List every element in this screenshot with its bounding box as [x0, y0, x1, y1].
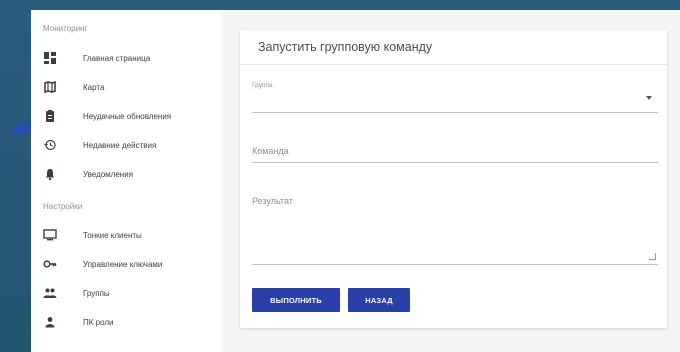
sidebar-item-label: Группы [83, 288, 110, 298]
sidebar-item-pc-roles[interactable]: ПК роли [31, 311, 221, 333]
sidebar-item-notifications[interactable]: Уведомления [31, 163, 221, 185]
sidebar: Мониторинг Главная страница Карта Неудач… [31, 10, 221, 352]
result-textarea-underline [252, 264, 658, 265]
sidebar-item-home[interactable]: Главная страница [31, 47, 221, 69]
execute-button[interactable]: ВЫПОЛНИТЬ [252, 288, 340, 312]
sidebar-item-key-management[interactable]: Управление ключами [31, 253, 221, 275]
sidebar-item-label: Уведомления [83, 169, 134, 179]
bell-icon [43, 167, 57, 181]
key-icon [43, 257, 57, 271]
sidebar-item-label: ПК роли [83, 317, 114, 327]
sidebar-item-groups[interactable]: Группы [31, 282, 221, 304]
sidebar-item-label: Недавние действия [83, 140, 157, 150]
resize-grip-icon[interactable] [649, 253, 656, 260]
dashboard-icon [43, 51, 57, 65]
sidebar-item-thin-clients[interactable]: Тонкие клиенты [31, 224, 221, 246]
group-select-underline [252, 112, 658, 113]
sidebar-item-map[interactable]: Карта [31, 76, 221, 98]
map-icon [43, 80, 57, 94]
command-input-underline [252, 162, 658, 163]
sidebar-section-settings: Настройки [43, 202, 83, 211]
result-textarea[interactable] [252, 190, 658, 262]
sidebar-item-label: Тонкие клиенты [83, 230, 142, 240]
sidebar-section-monitoring: Мониторинг [43, 24, 88, 33]
chevron-down-icon[interactable] [646, 96, 652, 100]
page-title: Запустить групповую команду [258, 40, 433, 54]
person-icon [43, 315, 57, 329]
sidebar-item-label: Неудачные обновления [83, 111, 172, 121]
card-header: Запустить групповую команду [240, 30, 667, 65]
command-input[interactable] [252, 142, 658, 164]
group-command-card: Запустить групповую команду Группа Коман… [240, 30, 667, 328]
group-select[interactable] [252, 86, 658, 112]
sidebar-item-recent-actions[interactable]: Недавние действия [31, 134, 221, 156]
monitor-icon [43, 228, 57, 242]
sidebar-item-label: Главная страница [83, 53, 151, 63]
sidebar-item-failed-updates[interactable]: Неудачные обновления [31, 105, 221, 127]
clipboard-icon [43, 109, 57, 123]
sidebar-item-label: Управление ключами [83, 259, 163, 269]
sidebar-item-label: Карта [83, 82, 105, 92]
people-icon [43, 286, 57, 300]
command-field-label: Команда [252, 146, 289, 156]
history-icon [43, 138, 57, 152]
app-window: Мониторинг Главная страница Карта Неудач… [31, 10, 680, 352]
back-button[interactable]: НАЗАД [348, 288, 410, 312]
